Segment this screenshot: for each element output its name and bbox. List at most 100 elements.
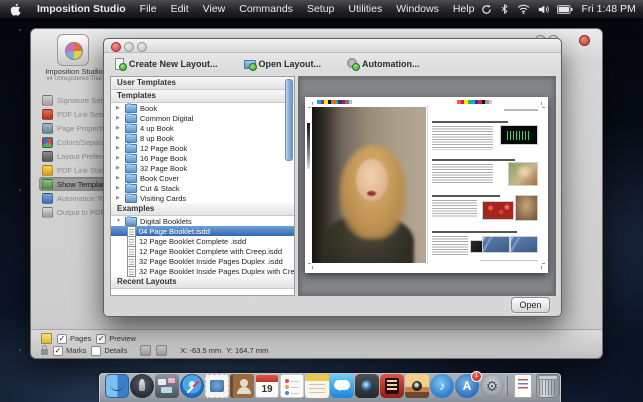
bluetooth-icon[interactable] <box>500 3 509 15</box>
menu-bar-clock[interactable]: Fri 1:48 PM <box>581 3 635 15</box>
example-file-row[interactable]: 12 Page Booklet Complete with Creep.isdd <box>111 246 294 256</box>
blue-crystal-thumbnail <box>510 236 538 253</box>
template-folder-row[interactable]: ▶Common Digital <box>111 113 294 123</box>
menu-windows[interactable]: Windows <box>389 3 446 15</box>
disclosure-triangle-icon[interactable]: ▶ <box>116 175 122 181</box>
template-folder-row[interactable]: ▶Book Cover <box>111 173 294 183</box>
template-folder-row[interactable]: ▶8 up Book <box>111 133 294 143</box>
dialog-minimize-button[interactable] <box>124 42 134 52</box>
dialog-close-button[interactable] <box>111 42 121 52</box>
open-button[interactable]: Open <box>511 297 550 313</box>
wifi-icon[interactable] <box>517 4 530 14</box>
disclosure-triangle-icon[interactable]: ▶ <box>116 195 122 201</box>
menu-view[interactable]: View <box>196 3 233 15</box>
template-folder-row[interactable]: ▶12 Page Book <box>111 143 294 153</box>
template-folder-row[interactable]: ▶ 16 Page Book <box>111 153 294 163</box>
finder-icon[interactable] <box>105 374 129 398</box>
notes-icon[interactable] <box>305 374 329 398</box>
mission-control-icon[interactable] <box>155 374 179 398</box>
disclosure-triangle-icon[interactable]: ▶ <box>116 105 122 111</box>
status-bar: ✓Pages ✓Preview ✓Marks Details X: -63.5 … <box>31 329 602 358</box>
open-layout-button[interactable]: Open Layout... <box>244 58 322 69</box>
calendar-day: 19 <box>256 382 278 398</box>
template-folder-row[interactable]: ▶Book <box>111 103 294 113</box>
color-bar-right <box>457 100 492 104</box>
dialog-titlebar[interactable] <box>104 39 561 53</box>
section-header-templates: Templates <box>111 90 294 103</box>
menu-edit[interactable]: Edit <box>164 3 196 15</box>
disclosure-triangle-icon[interactable]: ▶ <box>116 125 122 131</box>
messages-icon[interactable] <box>330 374 354 398</box>
reminders-icon[interactable] <box>280 374 304 398</box>
contacts-icon[interactable] <box>230 374 254 398</box>
file-label: 04 Page Booklet.isdd <box>139 227 210 236</box>
trash-icon[interactable] <box>536 374 560 398</box>
sync-icon[interactable] <box>481 4 492 15</box>
note-icon <box>41 333 52 344</box>
battery-icon[interactable] <box>557 5 573 14</box>
template-folder-row[interactable]: ▶Cut & Stack <box>111 183 294 193</box>
disclosure-triangle-icon[interactable]: ▶ <box>116 135 122 141</box>
safari-icon[interactable] <box>180 374 204 398</box>
folder-icon <box>125 134 137 143</box>
new-layout-icon <box>114 58 125 69</box>
layout-preview-pane <box>298 76 556 296</box>
list-scrollbar-thumb[interactable] <box>285 79 293 161</box>
disclosure-triangle-icon[interactable]: ▶ <box>116 155 122 161</box>
waveform-thumbnail <box>500 125 538 145</box>
app-store-icon[interactable]: 1 <box>455 374 479 398</box>
disclosure-triangle-icon[interactable]: ▶ <box>116 115 122 121</box>
menu-commands[interactable]: Commands <box>232 3 300 15</box>
booklet-spread-preview <box>305 97 548 273</box>
volume-icon[interactable] <box>538 4 549 15</box>
template-folder-row[interactable]: ▶32 Page Book <box>111 163 294 173</box>
launchpad-icon[interactable] <box>130 374 154 398</box>
folder-icon <box>125 114 137 123</box>
examples-folder-row[interactable]: ▼Digital Booklets <box>111 216 294 226</box>
disclosure-triangle-icon[interactable]: ▶ <box>116 165 122 171</box>
article-section <box>432 195 538 218</box>
example-file-row[interactable]: 32 Page Booklet Inside Pages Duplex .isd… <box>111 256 294 266</box>
grayscale-bar <box>307 123 310 169</box>
example-file-row[interactable]: 32 Page Booklet Inside Pages Duplex with… <box>111 266 294 276</box>
article-section <box>432 159 538 184</box>
details-checkbox[interactable]: Details <box>91 346 127 356</box>
marks-checkbox[interactable]: ✓Marks <box>53 346 86 356</box>
dialog-zoom-button[interactable] <box>137 42 147 52</box>
system-preferences-icon[interactable]: ⚙ <box>480 374 504 398</box>
menu-utilities[interactable]: Utilities <box>341 3 389 15</box>
disclosure-triangle-icon[interactable]: ▶ <box>116 185 122 191</box>
template-folder-row[interactable]: ▶4 up Book <box>111 123 294 133</box>
mail-icon[interactable] <box>205 374 229 398</box>
menu-setup[interactable]: Setup <box>300 3 341 15</box>
photo-booth-icon[interactable] <box>355 374 379 398</box>
disclosure-triangle-icon[interactable]: ▶ <box>116 145 122 151</box>
menu-file[interactable]: File <box>133 3 164 15</box>
menu-help[interactable]: Help <box>446 3 482 15</box>
disclosure-triangle-icon[interactable]: ▼ <box>116 218 122 224</box>
example-file-row[interactable]: 12 Page Booklet Complete .isdd <box>111 236 294 246</box>
example-file-row-selected[interactable]: 04 Page Booklet.isdd <box>111 226 294 236</box>
folder-label: 16 Page Book <box>140 154 187 163</box>
itunes-icon[interactable]: ♪ <box>430 374 454 398</box>
template-folder-row[interactable]: ▶Visiting Cards <box>111 193 294 203</box>
iphoto-icon[interactable] <box>405 374 429 398</box>
automation-button[interactable]: Automation... <box>347 58 420 69</box>
page-footer-rule <box>480 260 538 262</box>
button-label: Create New Layout... <box>129 59 218 69</box>
signature-settings-icon <box>42 95 53 106</box>
calendar-icon[interactable]: 19 <box>255 374 279 398</box>
create-new-layout-button[interactable]: Create New Layout... <box>114 58 218 69</box>
pdf-link-status-icon <box>42 165 53 176</box>
cat-thumbnail <box>515 195 538 221</box>
documents-icon[interactable] <box>514 374 532 398</box>
dvd-player-icon[interactable] <box>380 374 404 398</box>
preview-checkbox[interactable]: ✓Preview <box>96 334 136 344</box>
hand-tool-icon[interactable] <box>140 345 151 356</box>
window-close-button[interactable] <box>579 35 590 46</box>
menu-app-name[interactable]: Imposition Studio <box>30 3 133 15</box>
checkbox-label: Pages <box>70 334 91 343</box>
apple-menu[interactable] <box>9 3 21 16</box>
pages-checkbox[interactable]: ✓Pages <box>57 334 91 344</box>
snap-tool-icon[interactable] <box>156 345 167 356</box>
